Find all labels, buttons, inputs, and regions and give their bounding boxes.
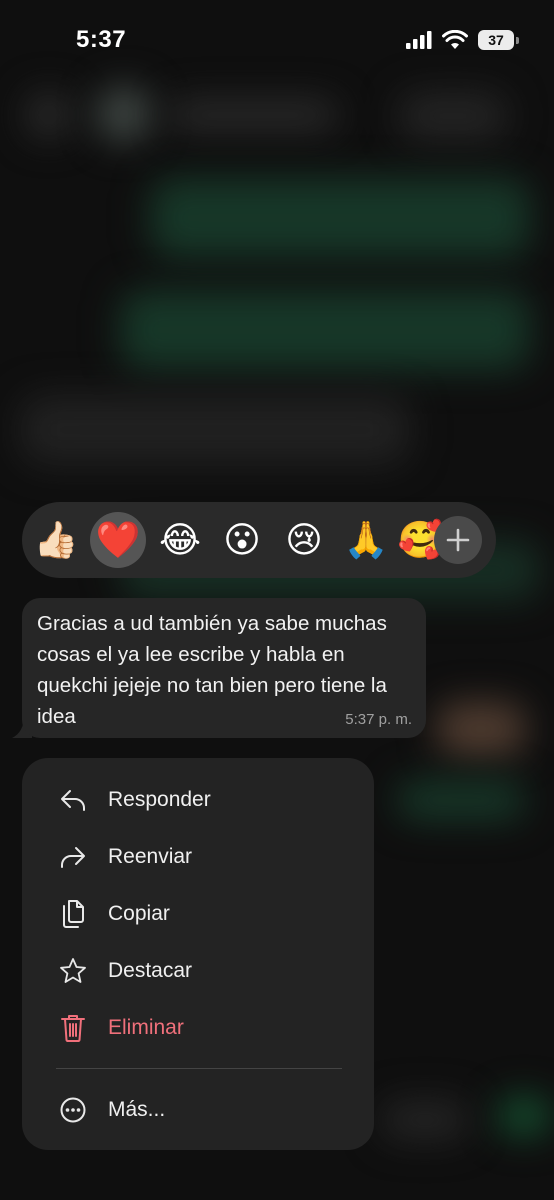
message-context-menu: Responder Reenviar Copiar Destacar Elimi… (22, 758, 374, 1150)
menu-label-forward: Reenviar (108, 845, 193, 868)
wifi-icon (442, 30, 468, 49)
status-bar: 5:37 37 (0, 0, 554, 80)
menu-label-delete: Eliminar (108, 1016, 184, 1039)
menu-label-star: Destacar (108, 959, 193, 982)
message-bubble[interactable]: Gracias a ud también ya sabe muchas cosa… (22, 598, 426, 738)
menu-label-more: Más... (108, 1098, 166, 1121)
menu-item-more[interactable]: Más... (22, 1084, 374, 1136)
menu-divider (56, 1068, 342, 1069)
reply-icon (58, 785, 88, 815)
forward-icon (58, 842, 88, 872)
menu-label-reply: Responder (108, 788, 211, 811)
menu-item-forward[interactable]: Reenviar (22, 831, 374, 883)
plus-icon (446, 528, 470, 552)
menu-item-copy[interactable]: Copiar (22, 888, 374, 940)
reaction-laughing-icon[interactable]: 😂 (152, 512, 208, 568)
battery-icon: 37 (478, 30, 519, 50)
cellular-signal-icon (406, 31, 432, 49)
reaction-thumbs-up-icon[interactable]: 👍🏻 (28, 512, 84, 568)
trash-icon (58, 1013, 88, 1043)
status-time: 5:37 (76, 26, 127, 53)
star-icon (58, 956, 88, 986)
menu-item-star[interactable]: Destacar (22, 945, 374, 997)
menu-item-reply[interactable]: Responder (22, 774, 374, 826)
reaction-praying-hands-icon[interactable]: 🙏 (338, 512, 394, 568)
more-options-icon (58, 1095, 88, 1125)
copy-icon (58, 899, 88, 929)
reaction-surprised-icon[interactable]: 😮 (214, 512, 270, 568)
reaction-bar: 👍🏻 ❤️ 😂 😮 😢 🙏 🥰 (22, 502, 496, 578)
more-reactions-button[interactable] (434, 516, 482, 564)
menu-item-delete[interactable]: Eliminar (22, 1002, 374, 1054)
reaction-crying-icon[interactable]: 😢 (276, 512, 332, 568)
menu-label-copy: Copiar (108, 902, 170, 925)
reaction-heart-icon[interactable]: ❤️ (90, 512, 146, 568)
message-timestamp: 5:37 p. m. (345, 711, 412, 728)
